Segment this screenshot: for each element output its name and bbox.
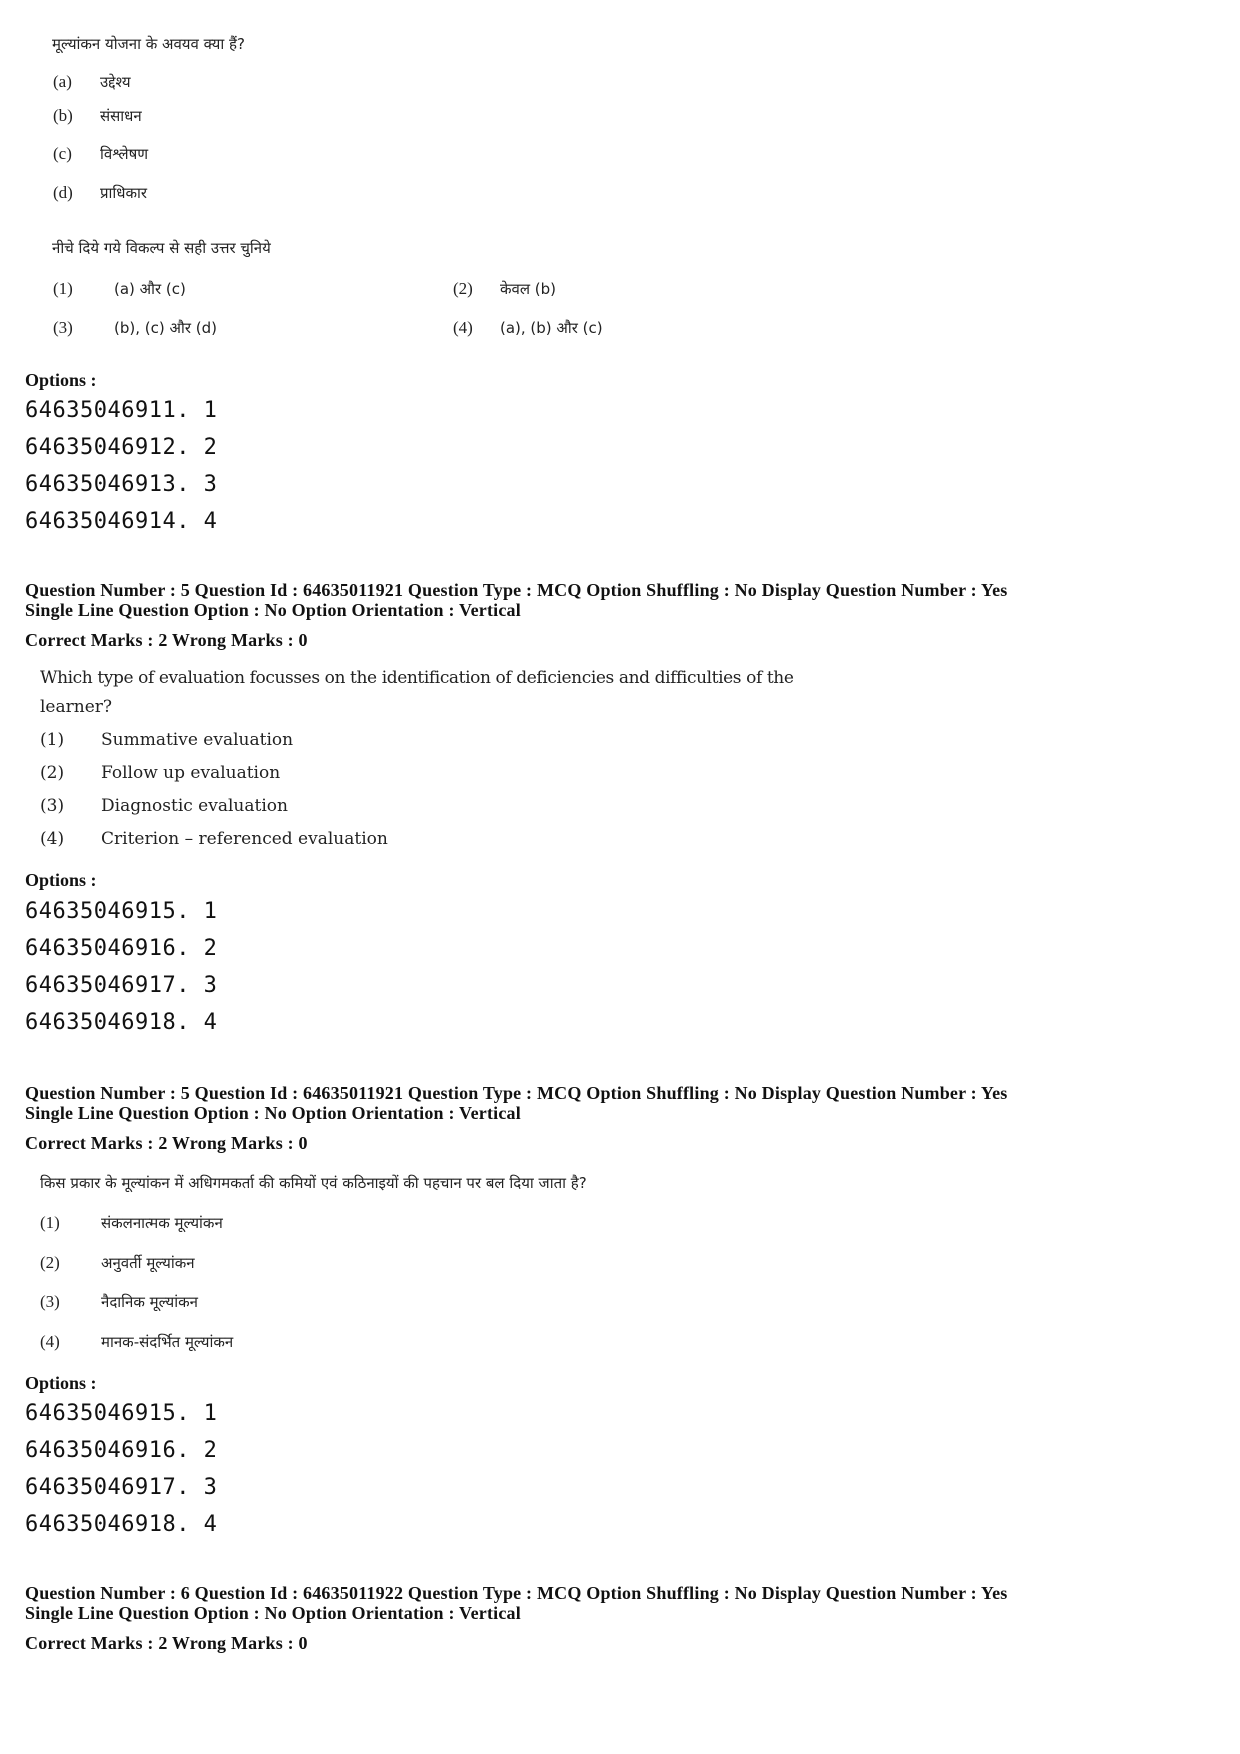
choice-text: केवल (b): [500, 280, 557, 298]
item-label: (b): [53, 106, 73, 125]
option-row: 64635046915. 1: [25, 1401, 218, 1426]
choice-text: (a) और (c): [114, 280, 186, 298]
question-text: मूल्यांकन योजना के अवयव क्या हैं?: [52, 35, 245, 53]
question-meta-line1: Question Number : 5 Question Id : 646350…: [25, 1083, 1008, 1103]
question-meta-line2: Single Line Question Option : No Option …: [25, 1103, 521, 1123]
choice-text: (a), (b) और (c): [500, 319, 603, 337]
question-text: Which type of evaluation focusses on the…: [40, 668, 794, 688]
option-row: 64635046914. 4: [25, 509, 218, 534]
item-text: उद्देश्य: [100, 73, 131, 91]
choice-text: Criterion – referenced evaluation: [101, 829, 388, 849]
choice-label: (2): [40, 763, 65, 783]
item-text: विश्लेषण: [100, 145, 149, 163]
marks-line: Correct Marks : 2 Wrong Marks : 0: [25, 630, 308, 650]
choice-text: मानक-संदर्भित मूल्यांकन: [101, 1333, 234, 1351]
item-label: (a): [53, 72, 72, 91]
option-row: 64635046916. 2: [25, 1438, 218, 1463]
option-row: 64635046916. 2: [25, 936, 218, 961]
instruction-text: नीचे दिये गये विकल्प से सही उत्तर चुनिये: [52, 239, 271, 257]
question-meta-line1: Question Number : 5 Question Id : 646350…: [25, 580, 1008, 600]
options-heading: Options :: [25, 370, 97, 390]
marks-line: Correct Marks : 2 Wrong Marks : 0: [25, 1633, 308, 1653]
choice-label: (2): [453, 279, 473, 298]
option-row: 64635046912. 2: [25, 435, 218, 460]
choice-text: (b), (c) और (d): [114, 319, 217, 337]
choice-label: (4): [40, 829, 65, 849]
question-meta-line1: Question Number : 6 Question Id : 646350…: [25, 1583, 1008, 1603]
choice-label: (3): [40, 796, 65, 816]
options-heading: Options :: [25, 870, 97, 890]
item-text: संसाधन: [100, 107, 142, 125]
question-text: किस प्रकार के मूल्यांकन में अधिगमकर्ता क…: [40, 1174, 587, 1192]
item-text: प्राधिकार: [100, 184, 148, 202]
choice-text: नैदानिक मूल्यांकन: [101, 1293, 198, 1311]
choice-label: (1): [40, 1213, 60, 1232]
choice-label: (2): [40, 1253, 60, 1272]
option-row: 64635046913. 3: [25, 472, 218, 497]
question-meta-line2: Single Line Question Option : No Option …: [25, 1603, 521, 1623]
option-row: 64635046917. 3: [25, 973, 218, 998]
choice-label: (3): [40, 1292, 60, 1311]
choice-label: (1): [40, 730, 65, 750]
choice-label: (4): [453, 318, 473, 337]
choice-label: (1): [53, 279, 73, 298]
item-label: (d): [53, 183, 73, 202]
choice-text: Diagnostic evaluation: [101, 796, 288, 816]
choice-text: Summative evaluation: [101, 730, 294, 750]
options-heading: Options :: [25, 1373, 97, 1393]
question-text-cont: learner?: [40, 697, 113, 717]
marks-line: Correct Marks : 2 Wrong Marks : 0: [25, 1133, 308, 1153]
option-row: 64635046918. 4: [25, 1010, 218, 1035]
choice-label: (3): [53, 318, 73, 337]
option-row: 64635046918. 4: [25, 1512, 218, 1537]
choice-text: संकलनात्मक मूल्यांकन: [101, 1214, 223, 1232]
option-row: 64635046917. 3: [25, 1475, 218, 1500]
item-label: (c): [53, 144, 72, 163]
choice-label: (4): [40, 1332, 60, 1351]
option-row: 64635046915. 1: [25, 899, 218, 924]
question-meta-line2: Single Line Question Option : No Option …: [25, 600, 521, 620]
choice-text: Follow up evaluation: [101, 763, 281, 783]
option-row: 64635046911. 1: [25, 398, 218, 423]
choice-text: अनुवर्ती मूल्यांकन: [101, 1254, 195, 1272]
